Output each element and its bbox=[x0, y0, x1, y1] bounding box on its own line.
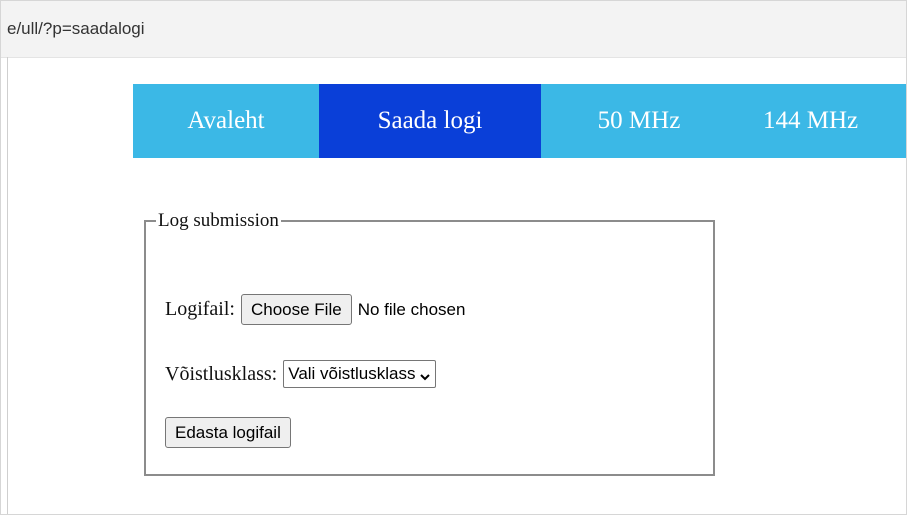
page-left-border bbox=[7, 57, 8, 514]
address-bar-url[interactable]: e/ull/?p=saadalogi bbox=[7, 19, 145, 39]
main-navigation: Avaleht Saada logi 50 MHz 144 MHz bbox=[133, 84, 906, 158]
nav-tab-50-mhz[interactable]: 50 MHz bbox=[541, 84, 737, 158]
class-select[interactable]: Vali võistlusklass bbox=[283, 360, 437, 388]
nav-tab-avaleht[interactable]: Avaleht bbox=[133, 84, 319, 158]
browser-window: e/ull/?p=saadalogi Avaleht Saada logi 50… bbox=[0, 0, 907, 515]
chevron-down-icon bbox=[419, 368, 431, 381]
fieldset-legend: Log submission bbox=[158, 210, 279, 231]
class-label: Võistlusklass: bbox=[165, 362, 278, 385]
submit-row: Edasta logifail bbox=[165, 417, 291, 448]
logfile-row: Logifail: Choose File No file chosen bbox=[165, 294, 465, 325]
class-row: Võistlusklass: Vali võistlusklass bbox=[165, 360, 437, 388]
address-bar[interactable]: e/ull/?p=saadalogi bbox=[1, 1, 906, 58]
class-select-value: Vali võistlusklass bbox=[288, 364, 416, 383]
log-submission-fieldset: Log submission Logifail: Choose File No … bbox=[144, 210, 715, 476]
submit-logfile-button[interactable]: Edasta logifail bbox=[165, 417, 291, 448]
logfile-label: Logifail: bbox=[165, 298, 235, 320]
nav-tab-saada-logi[interactable]: Saada logi bbox=[319, 84, 541, 158]
nav-tab-144-mhz[interactable]: 144 MHz bbox=[737, 84, 906, 158]
choose-file-button[interactable]: Choose File bbox=[240, 294, 352, 325]
file-status-text: No file chosen bbox=[357, 299, 466, 319]
